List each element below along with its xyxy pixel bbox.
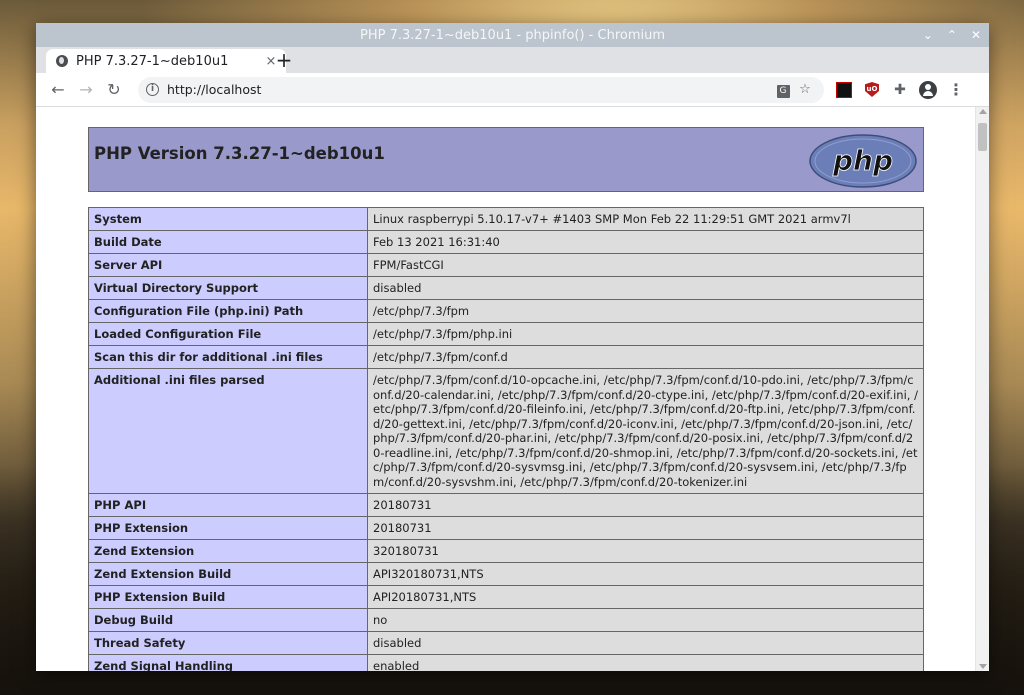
row-key: Configuration File (php.ini) Path: [88, 299, 368, 323]
php-logo: php: [809, 134, 917, 188]
row-value: disabled: [367, 276, 924, 300]
page-title: PHP Version 7.3.27-1~deb10u1: [94, 144, 385, 163]
row-value: 20180731: [367, 516, 924, 540]
new-tab-button[interactable]: +: [272, 48, 296, 72]
address-bar-url[interactable]: http://localhost: [167, 82, 772, 97]
row-key: Server API: [88, 253, 368, 277]
row-value: /etc/php/7.3/fpm/conf.d: [367, 345, 924, 369]
php-version-header: PHP Version 7.3.27-1~deb10u1 php: [88, 127, 924, 192]
row-value: disabled: [367, 631, 924, 655]
table-row: Scan this dir for additional .ini files /…: [88, 345, 924, 369]
page-viewport[interactable]: PHP Version 7.3.27-1~deb10u1 php System L…: [36, 107, 989, 671]
row-key: Zend Extension Build: [88, 562, 368, 586]
row-key: Zend Extension: [88, 539, 368, 563]
site-info-icon[interactable]: i: [146, 83, 159, 96]
row-key: PHP API: [88, 493, 368, 517]
row-key: Loaded Configuration File: [88, 322, 368, 346]
row-value: Feb 13 2021 16:31:40: [367, 230, 924, 254]
maximize-button[interactable]: ⌃: [947, 28, 957, 42]
browser-window: PHP 7.3.27-1~deb10u1 - phpinfo() - Chrom…: [36, 23, 989, 671]
back-button[interactable]: ←: [44, 76, 72, 104]
row-value: API20180731,NTS: [367, 585, 924, 609]
row-value: 320180731: [367, 539, 924, 563]
table-row: Server API FPM/FastCGI: [88, 253, 924, 277]
row-key: PHP Extension Build: [88, 585, 368, 609]
row-value: /etc/php/7.3/fpm: [367, 299, 924, 323]
window-controls: ⌄ ⌃ ✕: [923, 23, 981, 47]
bookmark-star-icon[interactable]: ☆: [794, 82, 816, 97]
row-key: Virtual Directory Support: [88, 276, 368, 300]
php-logo-text: php: [832, 144, 893, 177]
table-row: Zend Extension 320180731: [88, 539, 924, 563]
table-row: Configuration File (php.ini) Path/etc/ph…: [88, 299, 924, 323]
table-row: Debug Build no: [88, 608, 924, 632]
window-title: PHP 7.3.27-1~deb10u1 - phpinfo() - Chrom…: [359, 27, 666, 43]
table-row: Virtual Directory Support disabled: [88, 276, 924, 300]
tab-strip: PHP 7.3.27-1~deb10u1 × +: [36, 47, 989, 73]
address-bar[interactable]: i http://localhost G ☆: [138, 76, 824, 103]
row-value: /etc/php/7.3/fpm/php.ini: [367, 322, 924, 346]
scroll-up-arrow-icon[interactable]: [979, 109, 987, 114]
table-row: Additional .ini files parsed/etc/php/7.3…: [88, 368, 924, 494]
row-key: PHP Extension: [88, 516, 368, 540]
ublock-button[interactable]: uO: [862, 80, 882, 100]
extension-button-red[interactable]: [834, 80, 854, 100]
profile-button[interactable]: [918, 80, 938, 100]
window-titlebar[interactable]: PHP 7.3.27-1~deb10u1 - phpinfo() - Chrom…: [36, 23, 989, 47]
table-row: PHP Extension 20180731: [88, 516, 924, 540]
translate-button[interactable]: G: [772, 82, 794, 98]
minimize-button[interactable]: ⌄: [923, 28, 933, 42]
translate-icon: G: [776, 84, 790, 98]
extensions-puzzle-icon[interactable]: ✚: [890, 80, 910, 100]
row-key: Additional .ini files parsed: [88, 368, 368, 494]
phpinfo-table: System Linux raspberrypi 5.10.17-v7+ #140…: [88, 207, 924, 671]
globe-icon: [56, 55, 68, 67]
forward-button[interactable]: →: [72, 76, 100, 104]
table-row: Build Date Feb 13 2021 16:31:40: [88, 230, 924, 254]
row-key: Thread Safety: [88, 631, 368, 655]
table-row: Thread Safety disabled: [88, 631, 924, 655]
ublock-shield-icon: uO: [865, 82, 879, 97]
table-row: Zend Extension Build API320180731,NTS: [88, 562, 924, 586]
row-value: 20180731: [367, 493, 924, 517]
table-row: Loaded Configuration File/etc/php/7.3/fp…: [88, 322, 924, 346]
row-key: Build Date: [88, 230, 368, 254]
row-value: Linux raspberrypi 5.10.17-v7+ #1403 SMP …: [367, 207, 924, 231]
close-window-button[interactable]: ✕: [971, 28, 981, 42]
scroll-down-arrow-icon[interactable]: [979, 664, 987, 669]
table-row: PHP API 20180731: [88, 493, 924, 517]
row-value: API320180731,NTS: [367, 562, 924, 586]
row-key: Zend Signal Handling: [88, 654, 368, 671]
row-key: Debug Build: [88, 608, 368, 632]
page-scrollbar[interactable]: [975, 107, 989, 671]
row-value: /etc/php/7.3/fpm/conf.d/10-opcache.ini, …: [367, 368, 924, 494]
extensions-area: uO ✚ ⋮: [834, 80, 966, 100]
row-key: System: [88, 207, 368, 231]
table-row: PHP Extension Build API20180731,NTS: [88, 585, 924, 609]
reload-button[interactable]: ↻: [100, 76, 128, 104]
table-row: Zend Signal Handling enabled: [88, 654, 924, 671]
row-key: Scan this dir for additional .ini files: [88, 345, 368, 369]
row-value: enabled: [367, 654, 924, 671]
row-value: no: [367, 608, 924, 632]
avatar-icon: [919, 80, 937, 99]
scroll-thumb[interactable]: [978, 123, 987, 151]
tab-label: PHP 7.3.27-1~deb10u1: [76, 53, 229, 69]
table-row: System Linux raspberrypi 5.10.17-v7+ #140…: [88, 207, 924, 231]
row-value: FPM/FastCGI: [367, 253, 924, 277]
browser-menu-button[interactable]: ⋮: [946, 80, 966, 99]
extension-red-icon: [836, 81, 852, 98]
tab-phpinfo[interactable]: PHP 7.3.27-1~deb10u1 ×: [46, 49, 286, 73]
browser-toolbar: ← → ↻ i http://localhost G ☆ uO ✚ ⋮: [36, 73, 989, 107]
